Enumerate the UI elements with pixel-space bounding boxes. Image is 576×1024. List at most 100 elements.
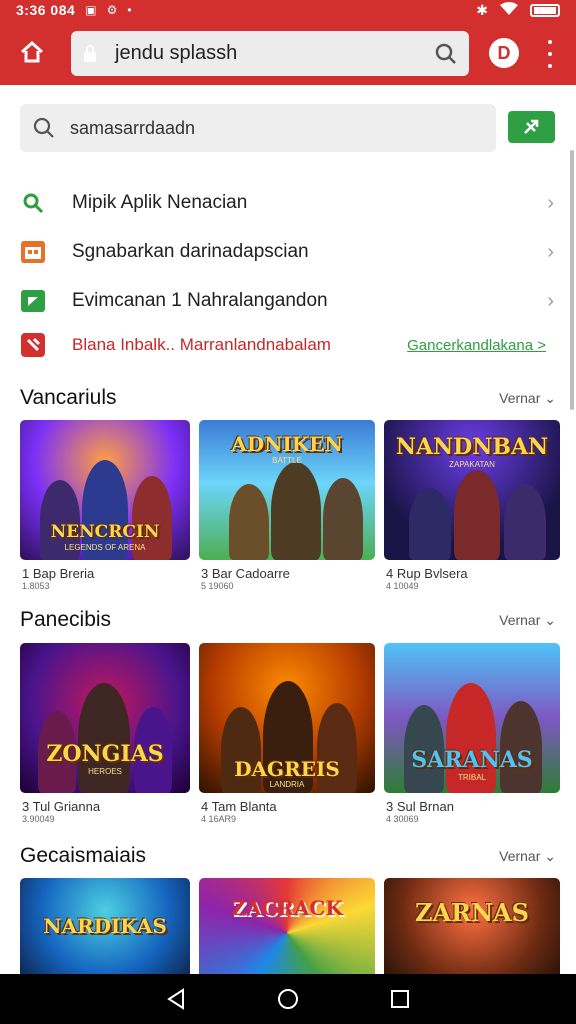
- back-button[interactable]: [161, 984, 191, 1014]
- menu-item-label: Mipik Aplik Nenacian: [72, 191, 248, 213]
- game-card[interactable]: DAGREIS LANDRIA 4 Tam Blanta 4 16AR9: [199, 643, 375, 824]
- game-thumbnail: SARANAS TRIBAL: [384, 643, 560, 793]
- search-icon[interactable]: [435, 43, 457, 65]
- game-downloads: 3.90049: [22, 814, 55, 824]
- alert-row[interactable]: Blana Inbalk.. Marranlandnabalam Gancerk…: [0, 325, 576, 365]
- game-name: 4 Rup Bvlsera: [386, 566, 468, 581]
- arrows-icon: [523, 119, 538, 134]
- game-card[interactable]: NARDIKAS: [20, 878, 190, 974]
- calendar-icon: [20, 239, 46, 265]
- game-title-art: NENCRCIN: [50, 522, 160, 542]
- game-downloads: 4 10049: [386, 581, 419, 591]
- game-title-art: ADNIKEN: [231, 432, 343, 456]
- game-thumbnail: NANDNBAN ZAPAKATAN: [384, 420, 560, 560]
- game-thumbnail: ZARNAS: [384, 878, 560, 974]
- game-thumbnail: NENCRCIN LEGENDS OF ARENA: [20, 420, 190, 560]
- game-subtitle-art: BATTLE: [272, 456, 302, 465]
- game-thumbnail: ZONGIAS HEROES: [20, 643, 190, 793]
- game-name: 3 Sul Brnan: [386, 799, 454, 814]
- chevron-right-icon: ›: [547, 192, 554, 214]
- status-time: 3:36 084: [16, 2, 76, 18]
- game-title-art: DAGREIS: [234, 757, 340, 781]
- notification-icon: •: [127, 3, 132, 17]
- chat-icon: [20, 288, 46, 314]
- home-nav-button[interactable]: [273, 984, 303, 1014]
- status-icons: ✱: [476, 1, 560, 19]
- game-card[interactable]: ZONGIAS HEROES 3 Tul Grianna 3.90049: [20, 643, 190, 824]
- menu-item-label: Sgnabarkan darinadapscian: [72, 240, 309, 262]
- lock-icon: [84, 44, 96, 62]
- home-icon: [20, 40, 44, 63]
- see-more-link[interactable]: Vernar ⌄: [499, 612, 556, 629]
- search-icon: [33, 117, 54, 138]
- game-card[interactable]: ADNIKEN BATTLE 3 Bar Cadoarre 5 19060: [199, 420, 375, 591]
- game-title-art: ZONGIAS: [46, 741, 164, 767]
- overflow-menu-icon[interactable]: [541, 40, 559, 68]
- address-bar[interactable]: jendu splassh: [71, 31, 469, 76]
- search-submit-button[interactable]: [508, 111, 555, 143]
- square-icon: ▣: [85, 3, 97, 17]
- section-title: Gecaismaiais: [20, 844, 147, 867]
- game-name: 3 Bar Cadoarre: [201, 566, 290, 581]
- menu-item-label: Evimcanan 1 Nahralangandon: [72, 289, 328, 311]
- menu-item-0[interactable]: Mipik Aplik Nenacian ›: [0, 178, 576, 227]
- game-subtitle-art: HEROES: [88, 767, 122, 776]
- battery-icon: [530, 3, 560, 17]
- game-subtitle-art: TRIBAL: [457, 773, 486, 782]
- menu-item-2[interactable]: Evimcanan 1 Nahralangandon ›: [0, 276, 576, 325]
- game-subtitle-art: LEGENDS OF ARENA: [64, 543, 146, 552]
- gear-icon: ⚙: [106, 3, 118, 17]
- home-circle-icon: [278, 989, 298, 1009]
- see-more-link[interactable]: Vernar ⌄: [499, 848, 556, 865]
- recents-icon: [391, 990, 409, 1008]
- warning-icon: [20, 332, 46, 358]
- wifi-icon: [500, 1, 518, 19]
- game-downloads: 5 19060: [201, 581, 234, 591]
- card-row: NARDIKAS ZACRACK ZARNAS: [20, 878, 560, 974]
- game-downloads: 4 16AR9: [201, 814, 237, 824]
- card-row: ZONGIAS HEROES 3 Tul Grianna 3.90049 DAG…: [20, 643, 560, 824]
- section-header: Vancariuls Vernar ⌄: [20, 383, 556, 413]
- profile-avatar[interactable]: D: [489, 38, 519, 68]
- system-nav-bar: [0, 974, 576, 1024]
- game-name: 3 Tul Grianna: [22, 799, 101, 814]
- game-thumbnail: DAGREIS LANDRIA: [199, 643, 375, 793]
- see-more-link[interactable]: Vernar ⌄: [499, 390, 556, 407]
- game-title-art: NANDNBAN: [395, 434, 549, 460]
- game-card[interactable]: SARANAS TRIBAL 3 Sul Brnan 4 30069: [384, 643, 560, 824]
- game-thumbnail: NARDIKAS: [20, 878, 190, 974]
- recents-button[interactable]: [385, 984, 415, 1014]
- game-subtitle-art: LANDRIA: [269, 780, 305, 789]
- bluetooth-icon: ✱: [476, 1, 488, 18]
- search-icon: [20, 190, 46, 216]
- url-text[interactable]: jendu splassh: [115, 42, 435, 65]
- alert-label: Blana Inbalk.. Marranlandnabalam: [72, 335, 331, 354]
- chevron-right-icon: ›: [547, 241, 554, 263]
- status-bar: 3:36 084 ▣ ⚙ • ✱: [0, 0, 576, 20]
- search-box[interactable]: [20, 104, 496, 152]
- game-downloads: 4 30069: [386, 814, 419, 824]
- game-card[interactable]: NANDNBAN ZAPAKATAN 4 Rup Bvlsera 4 10049: [384, 420, 560, 591]
- game-card[interactable]: NENCRCIN LEGENDS OF ARENA 1 Bap Breria 1…: [20, 420, 190, 591]
- menu-list: Mipik Aplik Nenacian › Sgnabarkan darina…: [0, 178, 576, 365]
- game-name: 4 Tam Blanta: [201, 799, 277, 814]
- back-icon: [167, 988, 184, 1010]
- menu-item-1[interactable]: Sgnabarkan darinadapscian ›: [0, 227, 576, 276]
- game-title-art: SARANAS: [411, 747, 533, 773]
- game-card[interactable]: ZACRACK: [199, 878, 375, 974]
- app-root: 3:36 084 ▣ ⚙ • ✱ jendu splassh D samasar…: [0, 0, 576, 1024]
- section-header: Gecaismaiais Vernar ⌄: [20, 841, 556, 871]
- browser-toolbar: 3:36 084 ▣ ⚙ • ✱ jendu splassh D: [0, 0, 576, 85]
- game-name: 1 Bap Breria: [22, 566, 95, 581]
- game-title-art: ZACRACK: [231, 896, 343, 920]
- game-thumbnail: ADNIKEN BATTLE: [199, 420, 375, 560]
- game-downloads: 1.8053: [22, 581, 50, 591]
- game-card[interactable]: ZARNAS: [384, 878, 560, 974]
- search-input[interactable]: [70, 117, 484, 139]
- game-title-art: ZARNAS: [415, 898, 529, 927]
- section-header: Panecibis Vernar ⌄: [20, 605, 556, 635]
- alert-link[interactable]: Gancerkandlakana >: [407, 337, 546, 354]
- home-button[interactable]: [14, 34, 50, 70]
- card-row: NENCRCIN LEGENDS OF ARENA 1 Bap Breria 1…: [20, 420, 560, 600]
- game-subtitle-art: ZAPAKATAN: [449, 460, 495, 469]
